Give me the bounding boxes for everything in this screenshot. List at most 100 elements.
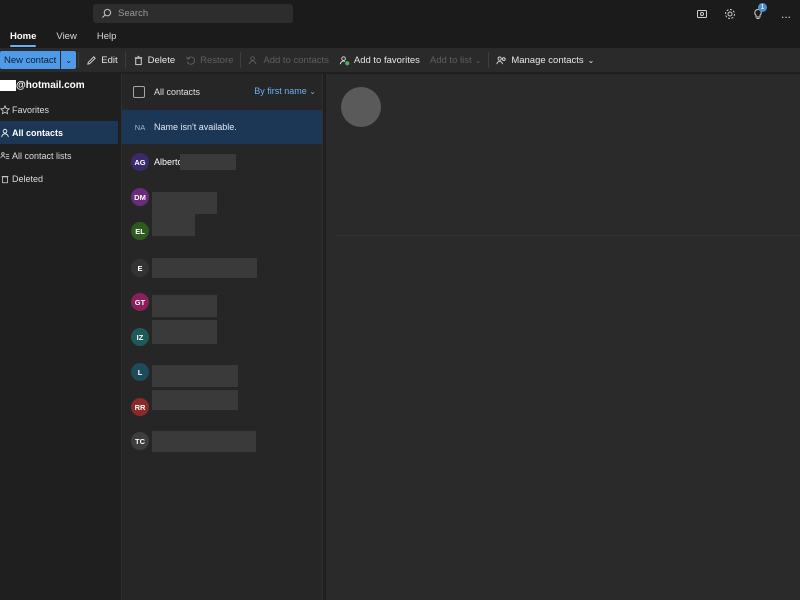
list-item[interactable]: DM (122, 180, 322, 214)
avatar: DM (131, 188, 149, 206)
avatar: AG (131, 153, 149, 171)
pencil-icon (87, 55, 97, 65)
new-contact-dropdown[interactable]: ⌄ (61, 51, 77, 69)
add-to-favorites-label: Add to favorites (353, 54, 420, 66)
contact-detail-pane (326, 74, 800, 600)
account-header: @hotmail.com (0, 72, 121, 98)
edit-label: Edit (101, 54, 118, 66)
new-contact-button[interactable]: New contact (0, 51, 61, 69)
tab-home[interactable]: Home (0, 27, 46, 48)
add-favorite-icon (339, 55, 350, 65)
nav-item-deleted[interactable]: Deleted (0, 167, 121, 190)
tips-icon[interactable]: 1 (744, 0, 772, 27)
restore-icon (186, 56, 196, 65)
redacted-text (152, 431, 256, 452)
avatar: TC (131, 432, 149, 450)
redacted-text (152, 390, 238, 410)
list-item[interactable]: AG Alberto (122, 145, 322, 179)
list-item[interactable]: IZ (122, 320, 322, 354)
nav-label: Deleted (12, 173, 44, 184)
add-to-contacts-label: Add to contacts (263, 54, 329, 66)
redacted-text (180, 154, 236, 170)
settings-icon[interactable] (716, 0, 744, 27)
search-placeholder: Search (118, 8, 149, 19)
nav-label: All contact lists (12, 150, 72, 161)
sort-label: By first name (254, 86, 307, 96)
list-title: All contacts (154, 87, 201, 97)
avatar: IZ (131, 328, 149, 346)
tab-view[interactable]: View (46, 27, 86, 48)
redacted-text (152, 295, 217, 317)
trash-icon (1, 175, 9, 183)
command-bar: New contact ⌄ Edit Delete Restore Add to… (0, 48, 800, 72)
notification-badge: 1 (758, 3, 767, 12)
avatar: EL (131, 222, 149, 240)
list-item[interactable]: L (122, 355, 322, 389)
star-icon (0, 104, 10, 115)
search-icon (101, 8, 112, 19)
avatar: RR (131, 398, 149, 416)
redacted-text (152, 365, 238, 387)
divider (240, 52, 242, 68)
chevron-down-icon: ⌄ (309, 87, 316, 96)
left-navigation: @hotmail.com Favorites All contacts All … (0, 72, 121, 600)
chevron-down-icon: ⌄ (587, 55, 595, 65)
redacted-email (0, 79, 16, 91)
redacted-text (152, 192, 217, 214)
nav-label: Favorites (12, 104, 50, 115)
restore-button[interactable]: Restore (180, 48, 238, 72)
add-to-list-button[interactable]: Add to list ⌄ (425, 48, 486, 72)
contact-avatar-large (341, 87, 381, 127)
list-item[interactable]: NA Name isn't available. (122, 110, 322, 144)
select-all-checkbox[interactable] (133, 86, 145, 98)
add-person-icon (249, 55, 257, 64)
redacted-text (152, 214, 195, 236)
list-item[interactable]: GT (122, 285, 322, 319)
tab-help[interactable]: Help (87, 27, 127, 48)
add-to-contacts-button[interactable]: Add to contacts (243, 48, 333, 72)
list-item[interactable]: RR (122, 390, 322, 424)
add-to-favorites-button[interactable]: Add to favorites (334, 48, 425, 72)
account-email: @hotmail.com (16, 79, 85, 91)
nav-item-favorites[interactable]: Favorites (0, 98, 121, 121)
list-item[interactable]: E (122, 251, 322, 285)
nav-label: All contacts (12, 127, 64, 138)
trash-icon (134, 55, 142, 65)
meet-now-icon[interactable] (688, 0, 716, 27)
more-icon[interactable]: ... (772, 0, 800, 27)
add-to-list-label: Add to list (429, 54, 472, 66)
list-item[interactable]: TC (122, 424, 322, 458)
list-item[interactable]: EL (122, 214, 322, 248)
contact-name: Alberto (154, 157, 183, 167)
chevron-down-icon: ⌄ (65, 55, 73, 65)
delete-button[interactable]: Delete (128, 48, 180, 72)
contact-list-icon (0, 151, 10, 159)
divider (488, 52, 490, 68)
restore-label: Restore (200, 54, 234, 66)
redacted-text (152, 320, 217, 344)
divider (336, 235, 800, 236)
contact-name: Name isn't available. (154, 122, 237, 132)
list-header: All contacts By first name ⌄ (122, 74, 322, 110)
avatar: L (131, 363, 149, 381)
ribbon-tabs: Home View Help (0, 27, 800, 48)
manage-contacts-button[interactable]: Manage contacts ⌄ (491, 48, 599, 72)
manage-contacts-icon (496, 56, 506, 64)
divider (124, 52, 126, 68)
title-bar: Search 1 ... (0, 0, 800, 27)
redacted-text (152, 258, 257, 278)
nav-item-all-contact-lists[interactable]: All contact lists (0, 144, 121, 167)
more-label: ... (780, 6, 791, 21)
manage-contacts-label: Manage contacts (511, 54, 584, 66)
contact-list-pane: All contacts By first name ⌄ NA Name isn… (121, 74, 323, 600)
nav-item-all-contacts[interactable]: All contacts (0, 121, 118, 144)
person-icon (1, 128, 9, 137)
avatar: GT (131, 293, 149, 311)
search-box[interactable]: Search (93, 4, 293, 23)
avatar: NA (134, 122, 146, 132)
edit-button[interactable]: Edit (81, 48, 122, 72)
chevron-down-icon: ⌄ (474, 55, 482, 65)
divider (78, 52, 80, 68)
avatar: E (131, 259, 149, 277)
sort-dropdown[interactable]: By first name ⌄ (254, 86, 316, 96)
